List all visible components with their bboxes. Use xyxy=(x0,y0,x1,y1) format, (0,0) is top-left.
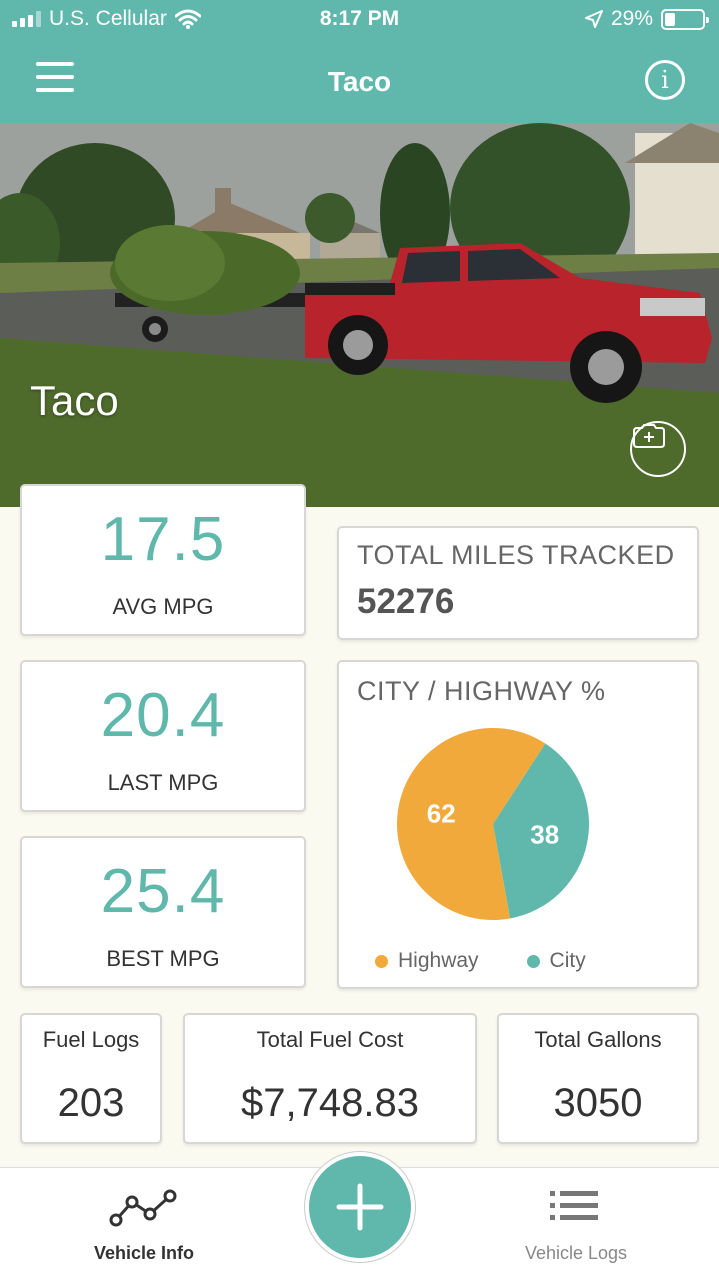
total-miles-value: 52276 xyxy=(357,582,455,621)
vehicle-photo: Taco xyxy=(0,123,719,507)
legend-city-label: City xyxy=(549,949,586,972)
add-entry-button-fill xyxy=(309,1156,411,1258)
total-gallons-label: Total Gallons xyxy=(534,1027,662,1052)
location-arrow-icon xyxy=(584,10,603,28)
total-fuel-cost-value: $7,748.83 xyxy=(241,1081,419,1125)
last-mpg-label: LAST MPG xyxy=(107,770,219,795)
legend-highway-label: Highway xyxy=(398,949,479,972)
add-entry-button[interactable] xyxy=(304,1151,416,1263)
pie-legend: Highway City xyxy=(375,949,586,973)
plus-icon xyxy=(336,1183,384,1231)
info-icon[interactable]: i xyxy=(645,60,685,100)
legend-city-swatch xyxy=(526,954,540,968)
pie-label-highway: 62 xyxy=(427,799,456,829)
battery-percent: 29% xyxy=(610,7,653,30)
fuel-logs-card[interactable]: Fuel Logs 203 xyxy=(20,1013,162,1144)
city-highway-card[interactable]: CITY / HIGHWAY % 38 62 Highway City xyxy=(337,660,699,989)
tab-vehicle-info-label: Vehicle Info xyxy=(93,1243,195,1263)
total-gallons-card[interactable]: Total Gallons 3050 xyxy=(497,1013,699,1144)
camera-add-glyph xyxy=(633,424,665,448)
status-bar: U.S. Cellular 8:17 PM 29% xyxy=(0,0,719,40)
page-title: Taco xyxy=(327,66,392,97)
nav-bar: Taco i xyxy=(0,40,719,123)
best-mpg-card[interactable]: 25.4 BEST MPG xyxy=(20,836,306,988)
vehicle-name: Taco xyxy=(30,377,119,424)
top-bar: U.S. Cellular 8:17 PM 29% Taco i xyxy=(0,0,719,123)
legend-highway-swatch xyxy=(375,954,388,968)
total-miles-label: TOTAL MILES TRACKED xyxy=(357,540,675,570)
fuel-logs-value: 203 xyxy=(57,1081,125,1125)
avg-mpg-value: 17.5 xyxy=(100,505,226,574)
avg-mpg-label: AVG MPG xyxy=(112,594,214,619)
last-mpg-value: 20.4 xyxy=(100,681,226,750)
tab-vehicle-logs-label: Vehicle Logs xyxy=(524,1243,628,1263)
tab-vehicle-info[interactable]: Vehicle Info xyxy=(24,1168,264,1279)
list-icon xyxy=(550,1191,598,1220)
best-mpg-label: BEST MPG xyxy=(106,946,220,971)
avg-mpg-card[interactable]: 17.5 AVG MPG xyxy=(20,484,306,636)
fuel-logs-label: Fuel Logs xyxy=(42,1027,140,1052)
city-highway-pie: 38 62 xyxy=(397,728,589,920)
vehicle-photo-illustration xyxy=(0,123,719,507)
best-mpg-value: 25.4 xyxy=(100,857,226,926)
tab-vehicle-logs[interactable]: Vehicle Logs xyxy=(456,1168,696,1279)
pie-label-city: 38 xyxy=(530,819,559,849)
last-mpg-card[interactable]: 20.4 LAST MPG xyxy=(20,660,306,812)
battery-icon xyxy=(661,8,709,30)
line-graph-icon xyxy=(109,1189,177,1227)
legend-highway: Highway xyxy=(375,949,479,973)
total-gallons-value: 3050 xyxy=(553,1081,643,1125)
battery-level xyxy=(665,12,675,26)
city-highway-title: CITY / HIGHWAY % xyxy=(357,676,606,706)
total-fuel-cost-card[interactable]: Total Fuel Cost $7,748.83 xyxy=(183,1013,477,1144)
total-fuel-cost-label: Total Fuel Cost xyxy=(256,1027,404,1052)
legend-city: City xyxy=(526,949,586,973)
camera-add-icon[interactable] xyxy=(630,421,686,477)
total-miles-card[interactable]: TOTAL MILES TRACKED 52276 xyxy=(337,526,699,640)
